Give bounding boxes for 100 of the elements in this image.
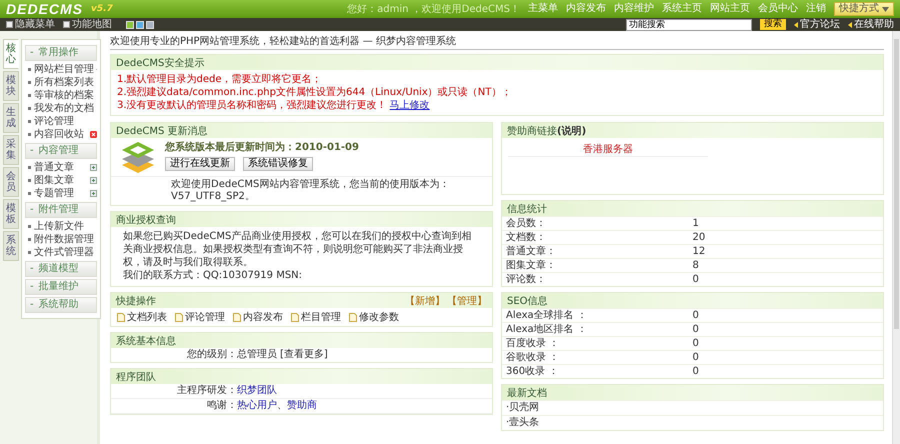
stat-value: 12 [692,245,706,258]
toggle-icon[interactable]: - [30,204,34,216]
menu-group-header[interactable]: - 频道模型 [25,261,97,277]
toolbar-link[interactable]: 官方论坛 [794,18,840,30]
panel-title: 系统基本信息 [116,334,176,348]
toggle-icon[interactable]: - [30,47,34,59]
menu-item[interactable]: 附件数据管理 [25,233,94,246]
document-icon[interactable] [233,312,241,322]
document-link[interactable]: ·贝壳网 [502,400,883,415]
toolbar-link[interactable]: 在线帮助 [848,18,894,30]
security-tip: 3.没有更改默认的管理员名称和密码，强烈建议您进行更改！ 马上修改 [117,99,431,112]
panel-title: 商业授权查询 [116,214,176,226]
menu-item[interactable]: 等审核的档案 [25,89,94,102]
menu-item[interactable]: 网站栏目管理 [25,63,94,76]
team-link[interactable]: 织梦团队 [237,385,277,397]
square-icon[interactable] [6,21,13,28]
toggle-icon[interactable]: - [30,263,34,275]
menu-item[interactable]: 内容回收站 [25,128,84,141]
arrow-icon[interactable] [794,22,798,28]
panel-title: 快捷操作 [116,294,156,308]
document-icon[interactable] [291,312,299,322]
toolbar-button[interactable]: 功能地图 [63,18,112,30]
license-text: 如果您已购买DedeCMS产品商业使用授权，您可以在我们的授权中心查询到相关商业授权信息。如果授权类型有查询不符，则说明您可能购买了非法商业授权，请及时与我们取得联系。 [123,230,472,269]
quick-link[interactable]: 评论管理 [175,310,225,324]
document-icon[interactable] [117,312,125,322]
caret-icon[interactable] [882,6,889,12]
toggle-icon[interactable]: - [30,145,34,157]
toggle-icon[interactable]: - [30,281,34,293]
contact-text: 我们的联系方式：QQ:10307919 MSN: [123,269,304,282]
stat-label: Alexa全球排名 ： [506,309,588,322]
side-tab[interactable]: 模块 [3,71,19,101]
explain-link[interactable]: (说明) [557,124,586,138]
menu-item[interactable]: 所有档案列表 [25,76,94,89]
arrow-icon[interactable] [848,22,852,28]
menu-group-header[interactable]: - 常用操作 [25,45,97,61]
side-tab[interactable]: 生成 [3,103,19,133]
search-button[interactable]: 搜索 [760,19,786,30]
stat-label: 普通文章： [506,245,557,258]
quick-link[interactable]: 内容发布 [233,310,283,324]
side-tab[interactable]: 核心 [3,39,19,69]
menu-group-header[interactable]: - 附件管理 [25,202,97,218]
quick-link[interactable]: 文档列表 [117,310,167,324]
panel-action-link[interactable]: 【新增】 [405,294,445,308]
side-tab[interactable]: 系统 [3,231,19,261]
menu-item[interactable]: 评论管理 [25,115,74,128]
stat-value: 0 [692,337,700,350]
side-tab[interactable]: 会员 [3,167,19,197]
document-icon[interactable] [349,312,357,322]
menu-group-header[interactable]: - 批量维护 [25,279,97,295]
menu-group-header[interactable]: - 系统帮助 [25,297,97,313]
document-link[interactable]: ·壹头条 [502,415,883,430]
menu-item[interactable]: 专题管理 [25,187,74,200]
menu-group-header[interactable]: - 内容管理 [25,143,97,159]
panel-title: 程序团队 [116,370,156,384]
stacked-layers-icon [121,140,155,174]
menu-item[interactable]: 图集文章 [25,174,74,187]
skin-swatch[interactable] [136,20,144,28]
sponsor-link[interactable]: 香港服务器 [508,142,708,157]
panel-action-link[interactable]: 【管理】 [447,294,487,308]
side-tab[interactable]: 采集 [3,135,19,165]
stat-label: 百度收录 ： [506,337,560,350]
more-link[interactable]: [查看更多] [280,349,328,361]
document-icon[interactable] [175,312,183,322]
panel-title: SEO信息 [507,294,548,308]
skin-swatch[interactable] [146,20,154,28]
menu-group-title: 常用操作 [38,47,79,59]
stat-label: 会员数： [506,217,547,230]
toggle-icon[interactable]: - [30,299,34,311]
quick-link[interactable]: 栏目管理 [291,310,341,324]
stat-value: 0 [692,309,700,322]
quick-link[interactable]: 修改参数 [349,310,399,324]
skin-swatch[interactable] [126,20,134,28]
team-link[interactable]: 赞助商 [287,400,317,412]
menu-item[interactable]: 普通文章 [25,161,74,174]
info-label: 您的级别： [186,349,237,361]
team-link[interactable]: 热心用户 [237,400,277,412]
stat-label: 360收录 ： [506,365,560,378]
modify-link[interactable]: 马上修改 [390,100,430,111]
menu-group-title: 批量维护 [38,281,79,293]
welcome-text: 欢迎使用专业的PHP网站管理系统，轻松建站的首选利器 — 织梦内容管理系统 [110,35,884,50]
shortcut-dropdown[interactable]: 快捷方式 [834,2,894,16]
stat-label: 文档数： [506,231,547,244]
menu-item[interactable]: 上传新文件 [25,220,84,233]
version-label: v5.7 [91,4,113,14]
scrollbar-thumb[interactable] [894,39,899,329]
square-icon[interactable] [63,21,70,28]
side-tab[interactable]: 模板 [3,199,19,229]
update-date: 您系统版本最后更新时间为：2010-01-09 [165,140,359,154]
menu-item[interactable]: 文件式管理器 [25,246,94,259]
stat-label: Alexa地区排名 ： [506,323,588,336]
scrollbar[interactable] [892,31,900,444]
separator: 、 [277,400,287,412]
toolbar-button[interactable]: 隐藏菜单 [6,18,55,30]
menu-item[interactable]: 我发布的文档 [25,102,94,115]
delete-icon[interactable] [90,131,97,138]
security-tip: 2.强烈建议data/common.inc.php文件属性设置为644（Linux/Unix）或只读（NT）； [117,86,512,99]
security-tip: 1.默认管理目录为dede，需要立即将它更名； [117,73,323,86]
update-button[interactable]: 系统错误修复 [243,157,313,171]
update-button[interactable]: 进行在线更新 [165,157,235,171]
stat-value: 8 [692,259,700,272]
